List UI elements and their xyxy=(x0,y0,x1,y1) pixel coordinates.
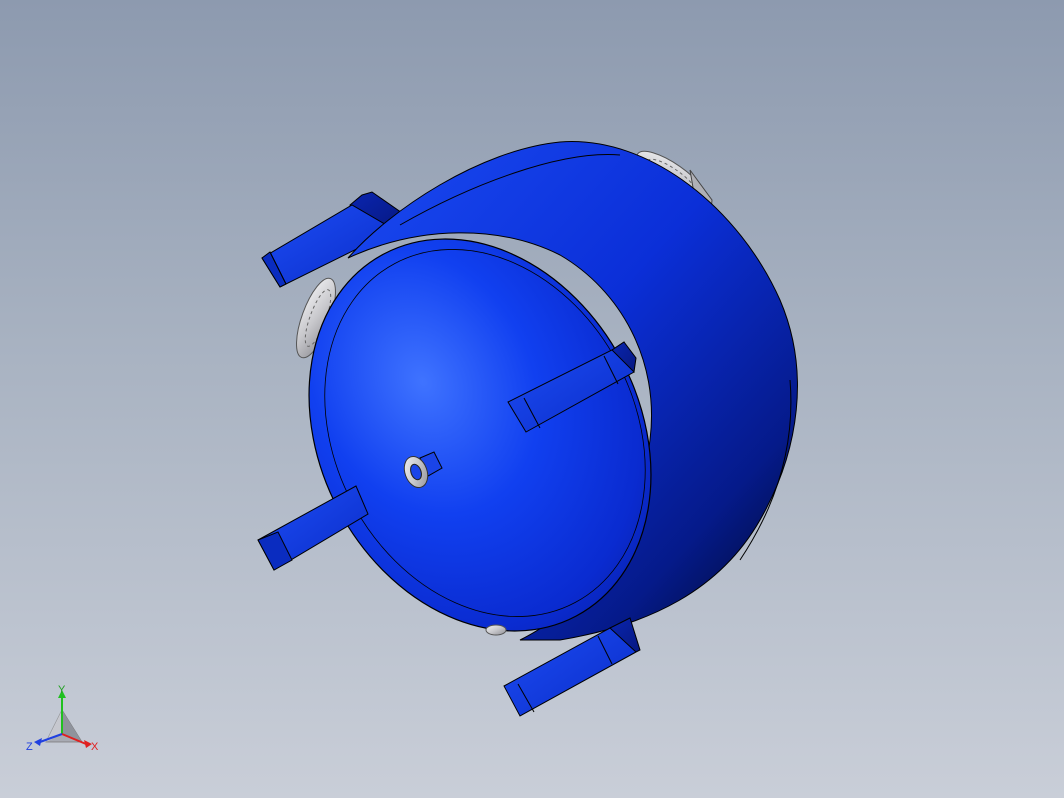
x-axis-label: X xyxy=(91,741,99,753)
view-orientation-triad[interactable]: Y X Z xyxy=(22,684,106,756)
z-axis-arrow xyxy=(34,738,42,746)
graphics-viewport[interactable]: Y X Z xyxy=(0,0,1064,798)
y-axis-label: Y xyxy=(58,684,66,696)
nozzle-flange-bottom xyxy=(485,624,507,636)
z-axis-label: Z xyxy=(26,741,33,753)
model-view[interactable] xyxy=(0,0,1064,798)
